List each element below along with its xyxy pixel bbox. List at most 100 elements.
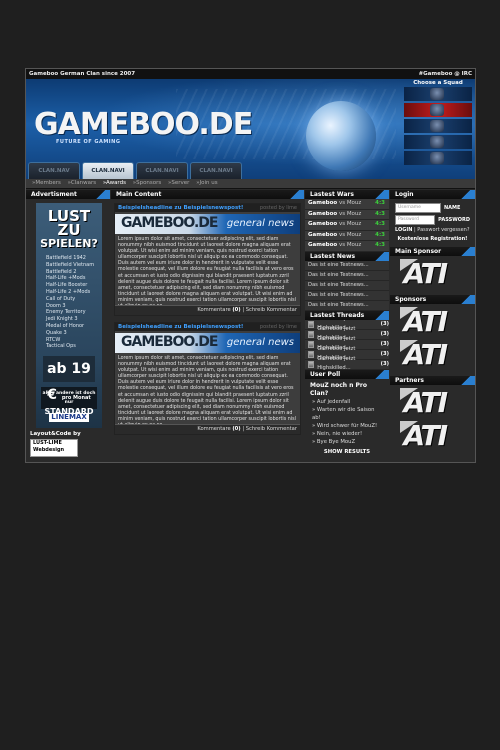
ad-game: Battlefield 2 — [46, 268, 77, 275]
sponsor-logo-text: ATI — [403, 305, 448, 338]
thread-icon — [308, 320, 315, 328]
news-title[interactable]: Beispielsheadline zu Beispielsnewspost! — [118, 324, 243, 330]
thread-icon — [308, 330, 315, 338]
squad-tile[interactable] — [404, 119, 472, 133]
war-row[interactable]: Gameboo vs Mouz 4:3 — [305, 220, 389, 231]
login-form: Username NAME Password PASSWORD LOGIN | … — [395, 203, 470, 242]
subnav-join-us[interactable]: »Join us — [196, 180, 217, 186]
tab-clan-nav-2[interactable]: CLAN.NAVI — [82, 162, 134, 179]
poll-question: MouZ noch n Pro Clan? — [310, 381, 367, 397]
war-row[interactable]: Gameboo vs Mouz 4:3 — [305, 241, 389, 252]
irc-link[interactable]: #Gameboo @ IRC — [419, 71, 472, 77]
credit-logo[interactable]: LUST-LIME Webdesign — [30, 439, 78, 457]
news-link[interactable]: Das ist eine Testnews... — [305, 270, 389, 281]
ad-game: Call of Duty — [46, 295, 76, 302]
subnav-awards[interactable]: »Awards — [103, 180, 126, 186]
news-banner-category: general news — [226, 337, 294, 348]
site-logo[interactable]: GAMEBOO.DE — [34, 107, 253, 142]
comments-link[interactable]: Kommentare (0) — [197, 426, 240, 432]
login-button[interactable]: LOGIN — [395, 227, 412, 233]
poll-option[interactable]: » Auf jedenfall — [310, 398, 384, 406]
ad-games-list: Battlefield 1942 Battlefield Vietnam Bat… — [36, 255, 102, 350]
news-link[interactable]: Das ist eine Testnews... — [305, 260, 389, 271]
war-row[interactable]: Gameboo vs Mouz 4:3 — [305, 209, 389, 220]
main-sponsor-logo[interactable]: ATI — [399, 257, 466, 290]
squad-tile[interactable] — [404, 135, 472, 149]
ad-game: Battlefield 1942 — [46, 255, 86, 261]
advertisment-heading: Advertisment — [26, 190, 110, 199]
comments-link[interactable]: Kommentare (0) — [197, 307, 240, 313]
subnav-clanwars[interactable]: »Clanwars — [68, 180, 97, 186]
ad-game: Enemy Territory — [46, 309, 86, 316]
write-comment-link[interactable]: Schreib Kommentar — [246, 426, 297, 432]
advertisment-banner[interactable]: LUST ZU SPIELEN? Battlefield 1942 Battle… — [36, 203, 102, 428]
war-score: 4:3 — [375, 200, 385, 206]
news-author: posted by lime — [259, 324, 297, 330]
tab-clan-nav-4[interactable]: CLAN.NAVI — [190, 162, 242, 179]
news-footer: Kommentare (0) | Schreib Kommentar — [115, 424, 300, 434]
forgot-password-link[interactable]: Passwort vergessen? — [417, 227, 469, 233]
poll-option[interactable]: » Nein, nie wieder! — [310, 430, 384, 438]
sponsor-logo[interactable]: ATI — [399, 338, 466, 371]
news-banner-logo: GAMEBOO.DE — [121, 334, 218, 350]
poll-option[interactable]: » Bye Bye MouZ — [310, 438, 384, 446]
news-body: Lorem ipsum dolor sit amet, consectetuer… — [118, 237, 296, 305]
war-row[interactable]: Gameboo vs Mouz 4:3 — [305, 199, 389, 210]
register-link[interactable]: Kostenlose Registration! — [395, 236, 470, 242]
news-banner-category: general news — [226, 218, 294, 229]
username-input[interactable]: Username — [395, 203, 441, 213]
ad-game: Battlefield Vietnam — [46, 261, 95, 268]
lastest-threads-heading: Lastest Threads — [305, 310, 389, 320]
name-label: NAME — [444, 205, 461, 211]
subnav-members[interactable]: »Members — [32, 180, 61, 186]
sponsor-logo[interactable]: ATI — [399, 305, 466, 338]
news-title[interactable]: Beispielsheadline zu Beispielsnewspost! — [118, 205, 243, 211]
poll-option[interactable]: » Warten wir die Saison ab! — [310, 406, 384, 422]
credit-logo-line-1: LUST-LIME — [33, 440, 62, 446]
ad-game: Jedi Knight 3 — [46, 316, 78, 323]
subnav-server[interactable]: »Server — [168, 180, 189, 186]
thread-link[interactable]: Gameboo jetzt Highskilled...(3) — [305, 356, 389, 371]
squad-tile[interactable] — [404, 151, 472, 165]
lastest-news-heading: Lastest News — [305, 251, 389, 261]
thread-icon — [308, 340, 315, 348]
war-score: 4:3 — [375, 210, 385, 217]
show-results-button[interactable]: SHOW RESULTS — [310, 448, 384, 456]
ad-price: ab 19 € pro Monat — [43, 356, 95, 403]
squad-tile[interactable] — [404, 87, 472, 101]
partner-logo[interactable]: ATI — [399, 386, 466, 419]
sub-navigation: »Members »Clanwars »Awards »Sponsors »Se… — [26, 179, 475, 189]
news-link[interactable]: Das ist eine Testnews... — [305, 290, 389, 301]
login-heading: Login — [390, 190, 475, 199]
password-input[interactable]: Password — [395, 215, 436, 225]
war-score: 4:3 — [375, 221, 385, 227]
war-score: 4:3 — [375, 242, 385, 248]
sponsors-heading: Sponsors — [390, 295, 475, 304]
news-link[interactable]: Das ist eine Testnews... — [305, 280, 389, 291]
ad-brand-logo: LINEMAX — [49, 413, 89, 423]
squad-tile[interactable] — [404, 103, 472, 117]
subnav-sponsors[interactable]: »Sponsors — [133, 180, 162, 186]
ad-game: Half-Life +Mods — [46, 275, 86, 282]
password-label: PASSWORD — [438, 217, 470, 223]
planet-graphic — [306, 101, 376, 171]
ad-game: Medal of Honor — [46, 322, 85, 329]
poll-option[interactable]: » Wird schwer für MouZ! — [310, 422, 384, 430]
news-link[interactable]: Das ist eine Testnews... — [305, 300, 389, 311]
partner-logo[interactable]: ATI — [399, 419, 466, 452]
user-poll-heading: User Poll — [305, 369, 389, 379]
ad-game: Quake 3 — [46, 329, 67, 336]
partners-heading: Partners — [390, 376, 475, 385]
news-banner-logo: GAMEBOO.DE — [121, 215, 218, 231]
main-tabs: CLAN.NAV CLAN.NAVI CLAN.NAVI CLAN.NAVI — [26, 162, 242, 179]
squad-selector: Choose a Squad — [404, 79, 472, 167]
war-row[interactable]: Gameboo vs Mouz 4:3 — [305, 230, 389, 241]
tab-clan-nav-1[interactable]: CLAN.NAV — [28, 162, 80, 179]
header-banner: GAMEBOO.DE FUTURE OF GAMING Choose a Squ… — [26, 79, 475, 179]
tab-clan-nav-3[interactable]: CLAN.NAVI — [136, 162, 188, 179]
news-banner: GAMEBOO.DE general news — [115, 214, 300, 234]
news-post: Beispielsheadline zu Beispielsnewspost! … — [114, 322, 301, 435]
write-comment-link[interactable]: Schreib Kommentar — [246, 307, 297, 313]
ad-game: Doom 3 — [46, 302, 66, 309]
right-column: Login Username NAME Password PASSWORD LO… — [390, 190, 475, 452]
